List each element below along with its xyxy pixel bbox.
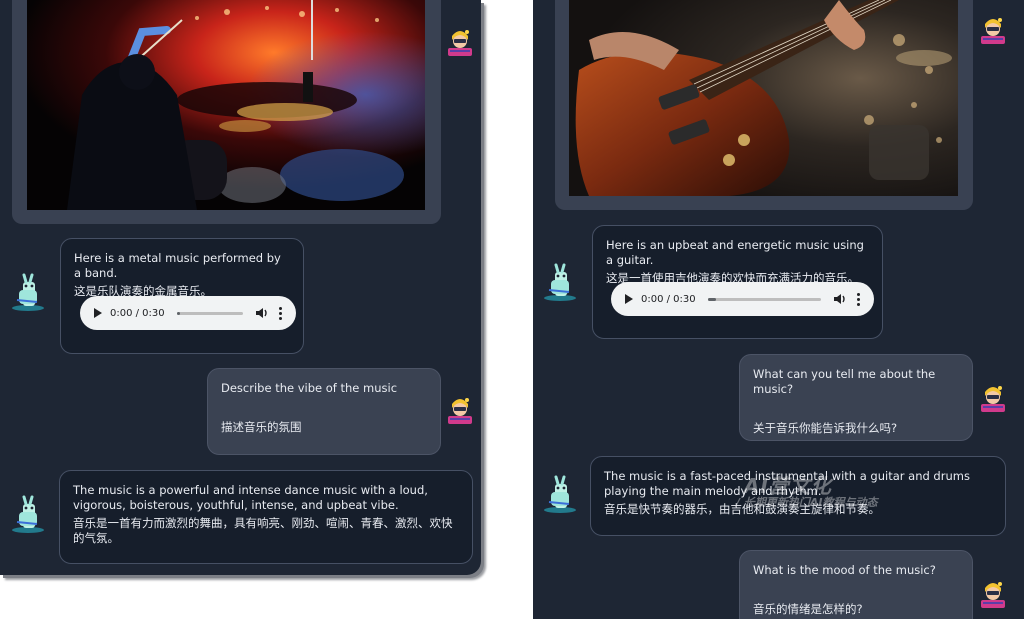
llama-avatar-icon [12,495,44,533]
audio-progress-bar[interactable] [707,297,821,301]
right-chat-panel: Here is an upbeat and energetic music us… [533,0,1024,619]
user-avatar [979,384,1007,412]
guitarist-illustration [569,0,958,196]
girl-avatar-icon [981,18,1005,44]
bot-avatar [543,262,577,301]
llama-avatar-icon [544,263,576,301]
user-message-bubble: What can you tell me about the music? 关于… [739,354,973,441]
bot-avatar [11,494,45,533]
user-avatar [979,16,1007,44]
bot-avatar [11,272,45,311]
user-message-bubble: What is the mood of the music? 音乐的情绪是怎样的… [739,550,973,619]
bot-avatar [543,474,577,513]
audio-progress-fill [176,311,180,315]
girl-avatar-icon [448,398,472,424]
image-message-frame [12,0,441,224]
audio-player[interactable]: 0:00 / 0:30 [80,296,296,330]
user-message-chinese: 音乐的情绪是怎样的? [753,602,863,616]
volume-icon[interactable] [255,306,269,320]
play-icon[interactable] [94,308,102,318]
user-avatar [979,580,1007,608]
audio-player[interactable]: 0:00 / 0:30 [611,282,874,316]
play-icon[interactable] [625,294,633,304]
image-message-frame [555,0,973,210]
volume-icon[interactable] [833,292,847,306]
audio-progress-fill [707,297,716,301]
user-avatar [446,396,474,424]
bot-reply-bubble: The music is a powerful and intense danc… [59,470,473,564]
left-chat-panel: Here is a metal music performed by a ban… [0,0,481,575]
user-message-english: What can you tell me about the music? [753,367,936,396]
user-message-chinese: 描述音乐的氛围 [221,420,302,434]
girl-avatar-icon [448,30,472,56]
user-message-chinese: 关于音乐你能告诉我什么吗? [753,421,898,435]
bot-reply-bubble: The music is a fast-paced instrumental w… [590,456,1006,536]
llama-avatar-icon [544,475,576,513]
kebab-menu-icon[interactable] [279,306,282,320]
bot-message-english: Here is a metal music performed by a ban… [74,251,281,280]
bot-reply-chinese: 音乐是一首有力而激烈的舞曲，具有响亮、刚劲、喧闹、青春、激烈、欢快的气氛。 [73,516,453,545]
audio-progress-bar[interactable] [176,311,243,315]
bot-message-english: Here is an upbeat and energetic music us… [606,238,864,267]
bot-reply-english: The music is a powerful and intense danc… [73,483,428,512]
llama-avatar-icon [12,273,44,311]
bot-reply-english: The music is a fast-paced instrumental w… [604,469,970,498]
kebab-menu-icon[interactable] [857,292,860,306]
girl-avatar-icon [981,582,1005,608]
concert-drummer-illustration [27,0,425,210]
concert-drummer-image [27,0,425,210]
bot-reply-chinese: 音乐是快节奏的器乐，由吉他和鼓演奏主旋律和节奏。 [604,502,880,516]
user-message-english: What is the mood of the music? [753,563,936,577]
girl-avatar-icon [981,386,1005,412]
guitarist-image [569,0,958,196]
audio-time: 0:00 / 0:30 [110,307,165,319]
user-message-english: Describe the vibe of the music [221,381,398,395]
user-message-bubble: Describe the vibe of the music 描述音乐的氛围 [207,368,441,455]
user-avatar [446,28,474,56]
audio-time: 0:00 / 0:30 [641,293,696,305]
